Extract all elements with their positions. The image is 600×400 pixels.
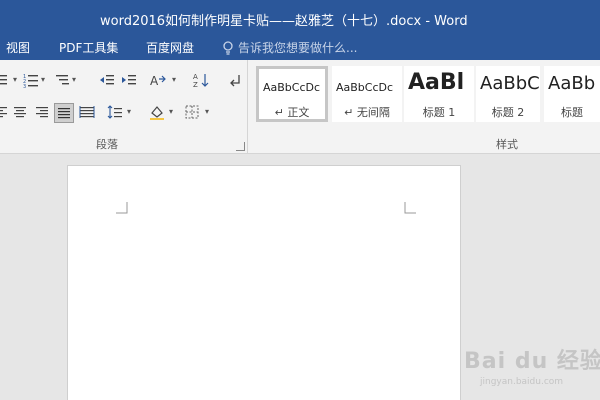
shading-dropdown-icon[interactable]: ▾: [169, 107, 173, 116]
svg-text:Z: Z: [193, 81, 198, 88]
ribbon-tabs: 视图 PDF工具集 百度网盘 告诉我您想要做什么...: [0, 34, 600, 60]
shading-icon[interactable]: [149, 104, 165, 120]
margin-corner-top-right: [404, 202, 416, 214]
style-normal-preview: AaBbCcDc: [263, 81, 321, 94]
style-no-spacing[interactable]: AaBbCcDc ↵ 无间隔: [332, 66, 402, 122]
justify-icon[interactable]: [54, 103, 74, 123]
multilevel-dropdown-icon[interactable]: ▾: [72, 75, 76, 84]
tab-baidu-netdisk[interactable]: 百度网盘: [146, 39, 194, 56]
window-title: word2016如何制作明星卡贴——赵雅芝（十七）.docx - Word: [100, 14, 468, 29]
style-title[interactable]: AaBb 标题: [544, 66, 600, 122]
borders-icon[interactable]: [184, 104, 200, 120]
align-right-icon[interactable]: [33, 104, 49, 120]
margin-corner-top-left: [116, 202, 128, 214]
asian-layout-icon[interactable]: A: [149, 72, 169, 88]
style-no-spacing-preview: AaBbCcDc: [336, 81, 394, 94]
style-title-name: 标题: [561, 106, 583, 119]
ribbon: ▾ 123 ▾ ▾ A ▾ AZ ▾ ▾ ▾ 段落 AaBbCcDc ↵ 正文 …: [0, 60, 600, 154]
increase-indent-icon[interactable]: [121, 72, 137, 88]
svg-text:3: 3: [23, 84, 26, 88]
line-spacing-icon[interactable]: [107, 104, 123, 120]
style-heading-2[interactable]: AaBbC 标题 2: [476, 66, 540, 122]
style-normal[interactable]: AaBbCcDc ↵ 正文: [256, 66, 328, 122]
watermark-logo-text: Bai du 经验: [464, 349, 600, 374]
style-title-preview: AaBb: [548, 73, 596, 94]
style-heading-1-name: 标题 1: [422, 106, 456, 119]
align-center-icon[interactable]: [12, 104, 28, 120]
line-spacing-dropdown-icon[interactable]: ▾: [127, 107, 131, 116]
style-heading-1[interactable]: AaBl 标题 1: [404, 66, 474, 122]
decrease-indent-icon[interactable]: [99, 72, 115, 88]
style-normal-name: ↵ 正文: [274, 106, 310, 119]
style-no-spacing-name: ↵ 无间隔: [344, 106, 390, 119]
title-bar: word2016如何制作明星卡贴——赵雅芝（十七）.docx - Word: [0, 0, 600, 34]
style-heading-1-preview: AaBl: [408, 70, 465, 95]
tell-me-search[interactable]: 告诉我您想要做什么...: [222, 39, 357, 56]
styles-group-label: 样式: [496, 138, 518, 151]
bullets-dropdown-icon[interactable]: ▾: [13, 75, 17, 84]
style-heading-2-name: 标题 2: [491, 106, 525, 119]
tell-me-placeholder: 告诉我您想要做什么...: [238, 41, 358, 55]
bullets-icon[interactable]: [0, 72, 12, 88]
borders-dropdown-icon[interactable]: ▾: [205, 107, 209, 116]
tab-pdf-tools[interactable]: PDF工具集: [59, 39, 118, 56]
asian-layout-dropdown-icon[interactable]: ▾: [172, 75, 176, 84]
tab-view[interactable]: 视图: [6, 39, 30, 56]
baidu-jingyan-watermark: Bai du 经验 jingyan.baidu.com: [456, 335, 600, 395]
sort-icon[interactable]: AZ: [193, 72, 209, 89]
document-page[interactable]: [67, 165, 461, 400]
lightbulb-icon: [223, 40, 233, 55]
show-hide-marks-icon[interactable]: [227, 72, 243, 88]
watermark-url: jingyan.baidu.com: [480, 377, 564, 387]
multilevel-list-icon[interactable]: [55, 72, 71, 88]
svg-text:A: A: [193, 73, 198, 81]
paragraph-group: ▾ 123 ▾ ▾ A ▾ AZ ▾ ▾ ▾ 段落: [0, 60, 248, 154]
numbering-dropdown-icon[interactable]: ▾: [41, 75, 45, 84]
style-heading-2-preview: AaBbC: [480, 73, 540, 94]
paragraph-group-label: 段落: [96, 138, 118, 151]
svg-text:A: A: [150, 74, 159, 88]
numbering-icon[interactable]: 123: [23, 72, 39, 90]
align-left-icon[interactable]: [0, 104, 10, 120]
paragraph-dialog-launcher-icon[interactable]: [236, 142, 245, 151]
distributed-icon[interactable]: [79, 104, 95, 120]
